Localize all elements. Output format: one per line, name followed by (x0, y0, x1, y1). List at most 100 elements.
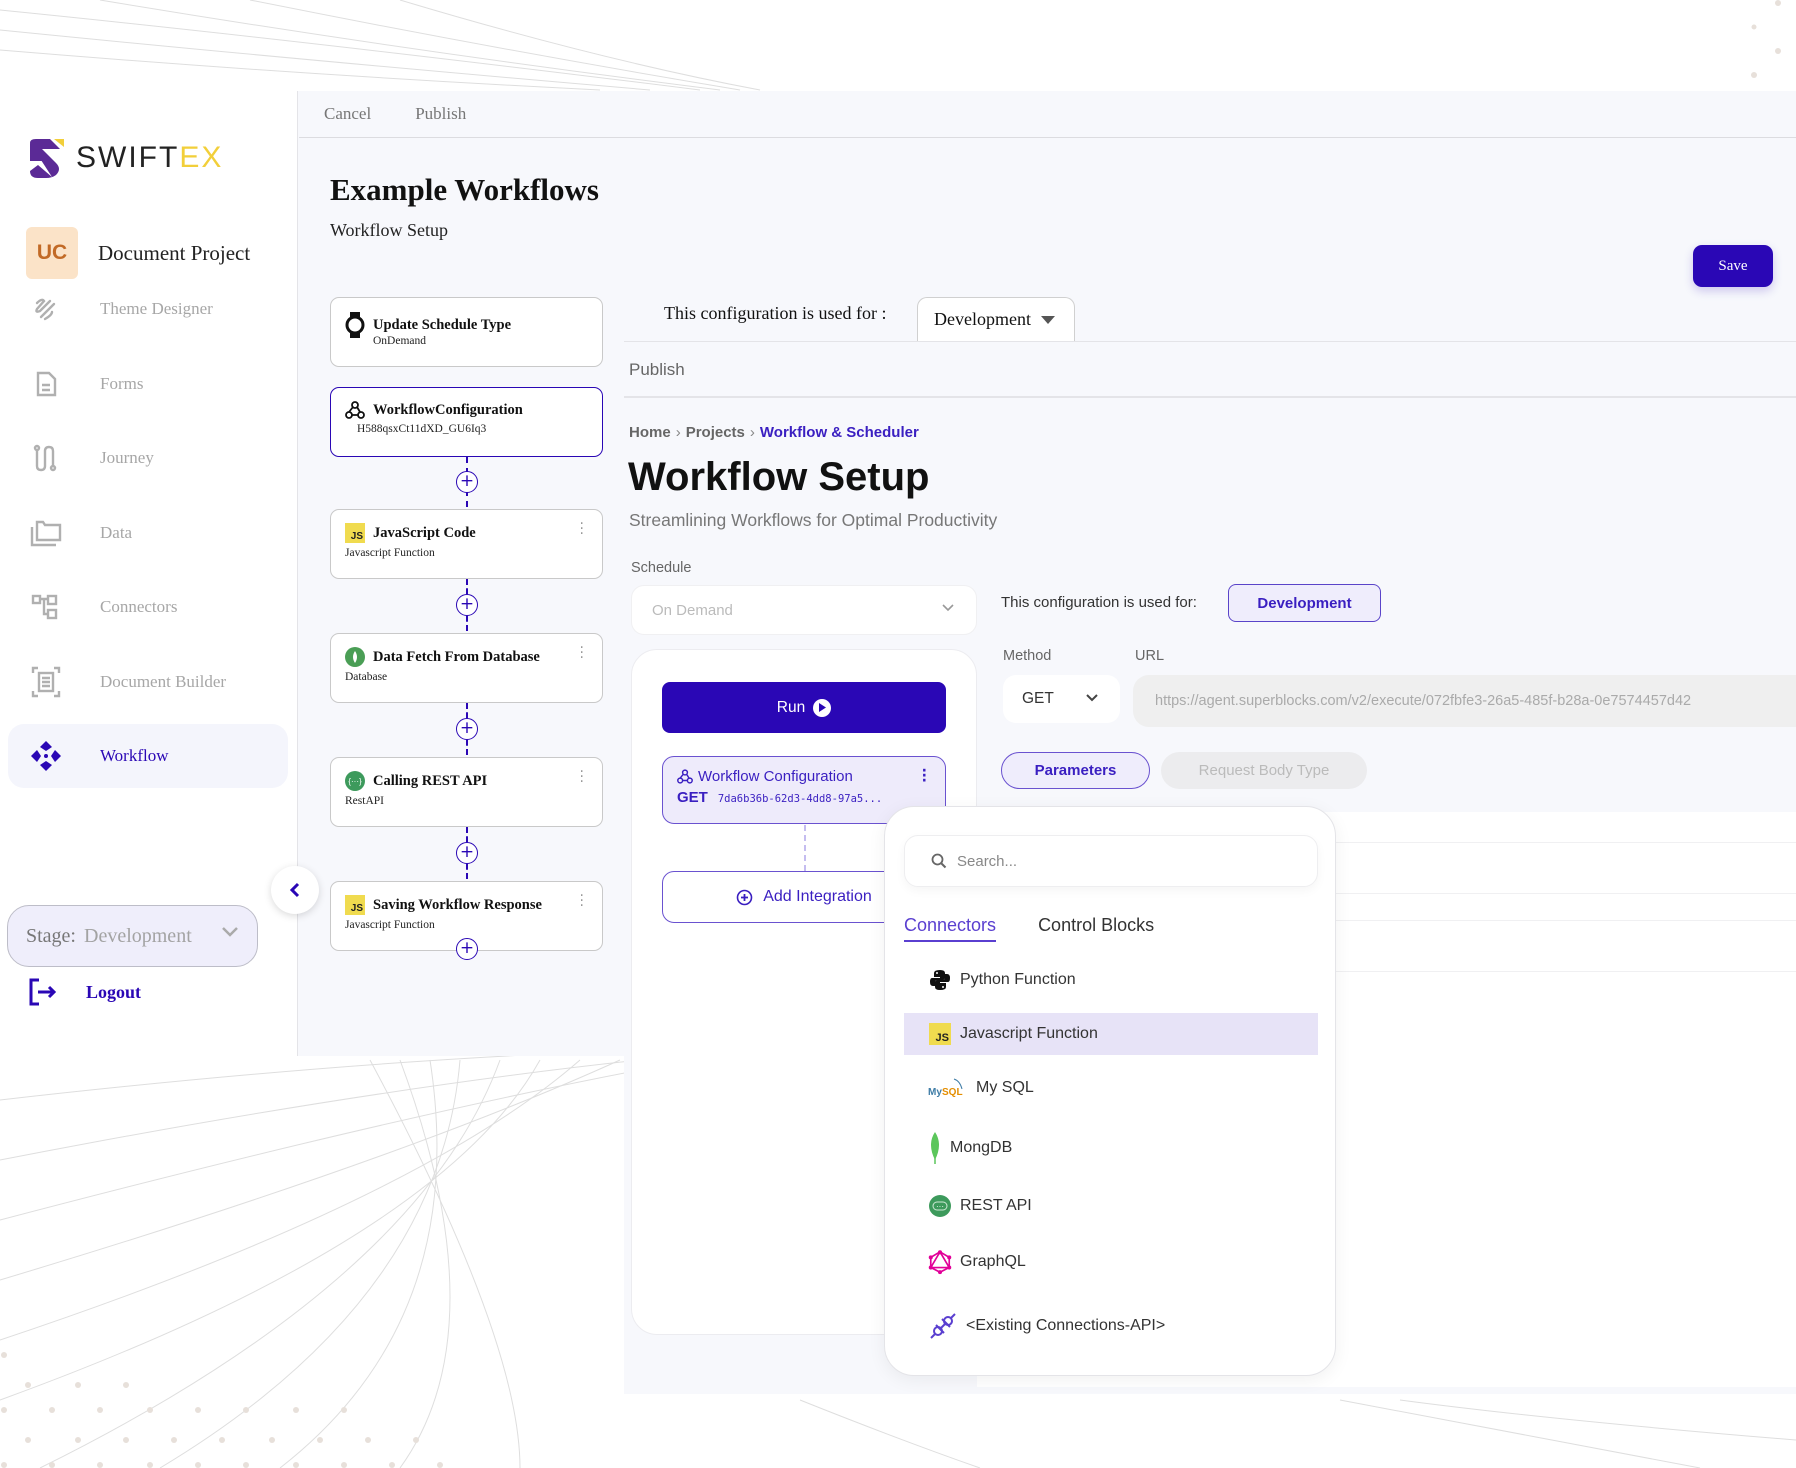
document-icon (28, 366, 64, 402)
chevron-down-icon (1086, 694, 1098, 702)
divider (624, 396, 1796, 398)
breadcrumb-home[interactable]: Home (629, 424, 671, 441)
connector-picker-dropdown: Connectors Control Blocks Python Functio… (884, 806, 1336, 1376)
add-integration-label: Add Integration (763, 888, 872, 905)
step-title: JavaScript Code (373, 524, 476, 541)
more-options-icon[interactable]: · · · (580, 641, 584, 665)
cancel-button[interactable]: Cancel (324, 104, 371, 124)
sidebar-item-label: Journey (100, 448, 154, 467)
connector-item-mongodb[interactable]: MongDB (904, 1127, 1318, 1169)
chevron-down-icon (942, 604, 954, 612)
sidebar-item-document-builder[interactable]: Document Builder (8, 650, 288, 714)
environment-button[interactable]: Development (1228, 584, 1381, 622)
tab-control-blocks[interactable]: Control Blocks (1038, 915, 1154, 942)
environment-select[interactable]: Development (917, 297, 1075, 341)
run-label: Run (776, 698, 806, 716)
step-subtitle: OnDemand (373, 335, 427, 347)
method-select[interactable]: GET (1003, 675, 1120, 723)
workflow-step-card[interactable]: JS JavaScript Code Javascript Function ·… (330, 509, 603, 579)
add-step-button[interactable]: + (456, 718, 478, 740)
connector-item-graphql[interactable]: GraphQL (904, 1241, 1318, 1283)
connector-item-label: MongDB (950, 1139, 1013, 1156)
theme-designer-icon (28, 291, 64, 327)
workflow-setup-title: Workflow Setup (628, 455, 930, 499)
connector-item-javascript[interactable]: JS Javascript Function (904, 1013, 1318, 1055)
connector-item-existing-connections[interactable]: <Existing Connections-API> (904, 1305, 1318, 1347)
url-input[interactable] (1133, 675, 1796, 727)
sidebar-item-journey[interactable]: Journey (8, 426, 288, 490)
more-options-icon[interactable]: · · · (580, 517, 584, 541)
add-step-button[interactable]: + (456, 842, 478, 864)
top-action-bar: Cancel Publish (299, 91, 1796, 138)
connector-search-input[interactable] (957, 852, 1297, 870)
chevron-down-icon (222, 927, 238, 937)
connector-item-label: Python Function (960, 971, 1076, 988)
method-select-value: GET (1022, 690, 1054, 707)
workflow-step-card[interactable]: {···} Calling REST API RestAPI · · · (330, 757, 603, 827)
more-options-icon[interactable]: · · · (580, 889, 584, 913)
workflow-step-card[interactable]: WorkflowConfiguration H588qsxCt11dXD_GU6… (330, 387, 603, 457)
plug-connection-icon (928, 1313, 958, 1339)
step-title: Update Schedule Type (373, 316, 512, 333)
workflow-step-card[interactable]: Update Schedule Type OnDemand (330, 297, 603, 367)
connector-item-rest-api[interactable]: ··· REST API (904, 1185, 1318, 1227)
watch-icon (345, 312, 365, 338)
sidebar-item-connectors[interactable]: Connectors (8, 575, 288, 639)
schedule-select-value: On Demand (652, 601, 733, 619)
collapse-sidebar-button[interactable] (271, 866, 319, 914)
run-button[interactable]: Run (662, 682, 946, 733)
page-title: Example Workflows (330, 172, 599, 207)
workflow-step-card[interactable]: Data Fetch From Database Database · · · (330, 633, 603, 703)
webhook-icon (345, 401, 365, 419)
breadcrumb-current: Workflow & Scheduler (759, 424, 919, 441)
project-selector[interactable]: UC Document Project (26, 227, 250, 279)
add-step-button[interactable]: + (456, 471, 478, 493)
plus-circle-icon (736, 889, 753, 905)
more-options-icon[interactable]: · · · (580, 765, 584, 789)
connector-list: Python Function JS Javascript Function M… (904, 955, 1318, 1347)
sidebar-item-forms[interactable]: Forms (8, 352, 288, 416)
sidebar-item-theme-designer[interactable]: Theme Designer (8, 277, 288, 341)
tab-parameters[interactable]: Parameters (1001, 752, 1150, 789)
add-step-button[interactable]: + (456, 938, 478, 960)
step-subtitle: Javascript Function (345, 919, 435, 931)
webhook-icon (677, 769, 693, 784)
connector-item-label: <Existing Connections-API> (966, 1317, 1166, 1334)
sidebar-item-data[interactable]: Data (8, 501, 288, 565)
tab-connectors[interactable]: Connectors (904, 915, 997, 942)
connector-item-label: Javascript Function (960, 1025, 1098, 1042)
swiftex-logo-icon (30, 139, 64, 178)
stage-select[interactable]: Stage: Development (7, 905, 258, 967)
tab-request-body-type[interactable]: Request Body Type (1161, 752, 1367, 789)
caret-down-icon (1040, 315, 1055, 324)
publish-button[interactable]: Publish (415, 104, 466, 124)
stage-value: Development (84, 924, 192, 947)
sidebar-item-label: Data (100, 522, 133, 542)
step-title: Saving Workflow Response (373, 896, 542, 913)
more-options-icon[interactable]: · · · (922, 764, 927, 788)
add-step-button[interactable]: + (456, 594, 478, 616)
schedule-select[interactable]: On Demand (631, 585, 977, 635)
mysql-icon: My SQL (928, 1076, 968, 1100)
workflow-icon (28, 738, 64, 774)
chevron-left-icon (289, 882, 300, 898)
step-subtitle: RestAPI (345, 795, 384, 807)
connector-item-mysql[interactable]: My SQL My SQL (904, 1067, 1318, 1109)
publish-link[interactable]: Publish (629, 360, 685, 380)
document-builder-icon (28, 664, 64, 700)
config-card-method: GET (677, 789, 708, 806)
step-subtitle: Database (345, 671, 388, 683)
connector-search[interactable] (904, 835, 1318, 887)
sidebar-item-workflow[interactable]: Workflow (8, 724, 288, 788)
javascript-icon: JS (345, 523, 365, 543)
config-card-title: Workflow Configuration (698, 768, 853, 785)
logout-button[interactable]: Logout (28, 977, 141, 1007)
connector-item-label: My SQL (976, 1079, 1034, 1096)
connectors-icon (28, 589, 64, 625)
method-label: Method (1003, 648, 1052, 664)
connector-item-python[interactable]: Python Function (904, 959, 1318, 1001)
rest-api-icon: {···} (345, 771, 365, 791)
save-button[interactable]: Save (1693, 245, 1773, 287)
breadcrumb-projects[interactable]: Projects (686, 424, 745, 441)
connector-item-label: REST API (960, 1197, 1032, 1214)
